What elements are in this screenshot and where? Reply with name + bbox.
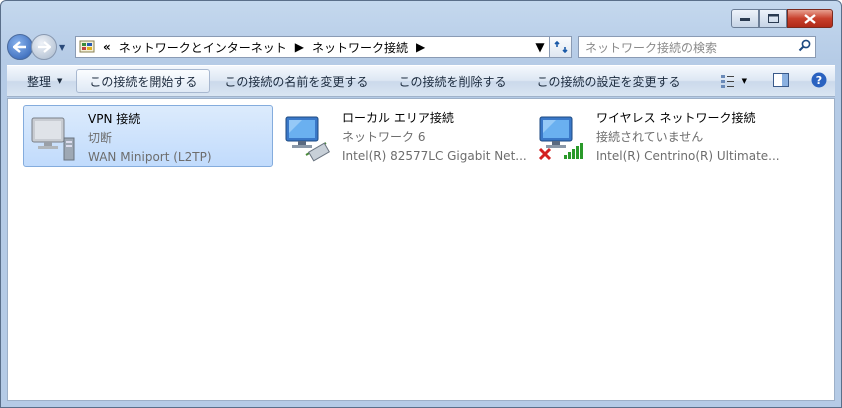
search-placeholder: ネットワーク接続の検索 (585, 40, 718, 55)
command-bar: 整理 ▼ この接続を開始する この接続の名前を変更する この接続を削除する この… (7, 65, 835, 97)
close-button[interactable] (787, 9, 833, 28)
connection-name: ワイヤレス ネットワーク接続 (596, 111, 756, 125)
connection-device: Intel(R) 82577LC Gigabit Net... (342, 149, 527, 163)
wireless-monitor-icon (536, 109, 592, 165)
view-list-icon (720, 75, 734, 88)
organize-menu[interactable]: 整理 ▼ (7, 69, 74, 93)
start-connection-label: この接続を開始する (89, 74, 198, 89)
maximize-icon (767, 14, 779, 23)
refresh-icon (553, 40, 568, 54)
search-icon[interactable] (798, 39, 811, 55)
connection-vpn[interactable]: VPN 接続 切断 WAN Miniport (L2TP) (23, 105, 273, 167)
start-connection-button[interactable]: この接続を開始する (76, 69, 211, 93)
help-button[interactable]: ? (811, 72, 827, 91)
search-input[interactable]: ネットワーク接続の検索 (578, 36, 816, 58)
minimize-icon (740, 17, 750, 21)
window: ▼ « ネットワークとインターネット ▶ ネットワーク接続 ▶ ▼ ネットワーク… (0, 0, 842, 408)
connection-device: WAN Miniport (L2TP) (88, 150, 212, 164)
recent-pages-dropdown[interactable]: ▼ (59, 43, 69, 52)
connection-name: ローカル エリア接続 (342, 111, 454, 125)
crumb-network-connections[interactable]: ネットワーク接続 (312, 39, 408, 56)
address-row: ▼ « ネットワークとインターネット ▶ ネットワーク接続 ▶ ▼ ネットワーク… (7, 33, 835, 61)
change-settings-button[interactable]: この接続の設定を変更する (518, 69, 692, 93)
delete-connection-button[interactable]: この接続を削除する (380, 69, 518, 93)
back-button[interactable] (7, 34, 33, 60)
connection-status: 接続されていません (596, 130, 704, 144)
view-options-button[interactable]: ▼ (720, 73, 747, 89)
connections-list: VPN 接続 切断 WAN Miniport (L2TP) ローカル エリア接続 (7, 98, 835, 401)
maximize-button[interactable] (759, 9, 787, 28)
minimize-button[interactable] (731, 9, 759, 28)
organize-label: 整理 (27, 74, 52, 89)
forward-arrow-icon (38, 41, 51, 53)
disconnected-x-icon (538, 147, 552, 161)
help-icon: ? (811, 72, 827, 87)
crumb-separator-icon[interactable]: ▶ (295, 40, 304, 54)
caption-buttons (731, 9, 833, 28)
chevron-down-icon: ▼ (741, 77, 747, 85)
preview-pane-icon (773, 72, 789, 87)
address-dropdown-icon[interactable]: ▼ (531, 40, 549, 54)
address-bar[interactable]: « ネットワークとインターネット ▶ ネットワーク接続 ▶ ▼ (75, 36, 550, 58)
rename-connection-button[interactable]: この接続の名前を変更する (212, 69, 380, 93)
preview-pane-button[interactable] (773, 72, 789, 90)
connection-local-area[interactable]: ローカル エリア接続 ネットワーク 6 Intel(R) 82577LC Gig… (278, 105, 528, 167)
connection-device: Intel(R) Centrino(R) Ultimate... (596, 149, 780, 163)
close-icon (804, 13, 816, 24)
crumb-network-internet[interactable]: ネットワークとインターネット (119, 39, 287, 56)
svg-text:?: ? (816, 74, 822, 87)
rename-connection-label: この接続の名前を変更する (224, 74, 369, 89)
delete-connection-label: この接続を削除する (398, 74, 507, 89)
back-arrow-icon (13, 41, 26, 53)
connection-wireless[interactable]: ワイヤレス ネットワーク接続 接続されていません Intel(R) Centri… (532, 105, 782, 167)
connection-name: VPN 接続 (88, 112, 141, 126)
control-panel-icon (79, 40, 95, 53)
vpn-monitor-icon (28, 110, 84, 166)
connection-status: 切断 (88, 131, 113, 145)
connection-status: ネットワーク 6 (342, 130, 426, 144)
refresh-button[interactable] (550, 36, 572, 58)
ethernet-monitor-icon (282, 109, 338, 165)
crumb-separator-icon[interactable]: ▶ (416, 40, 425, 54)
chevron-down-icon: ▼ (57, 77, 63, 85)
change-settings-label: この接続の設定を変更する (536, 74, 681, 89)
address-overflow[interactable]: « (103, 40, 111, 54)
forward-button[interactable] (31, 34, 57, 60)
